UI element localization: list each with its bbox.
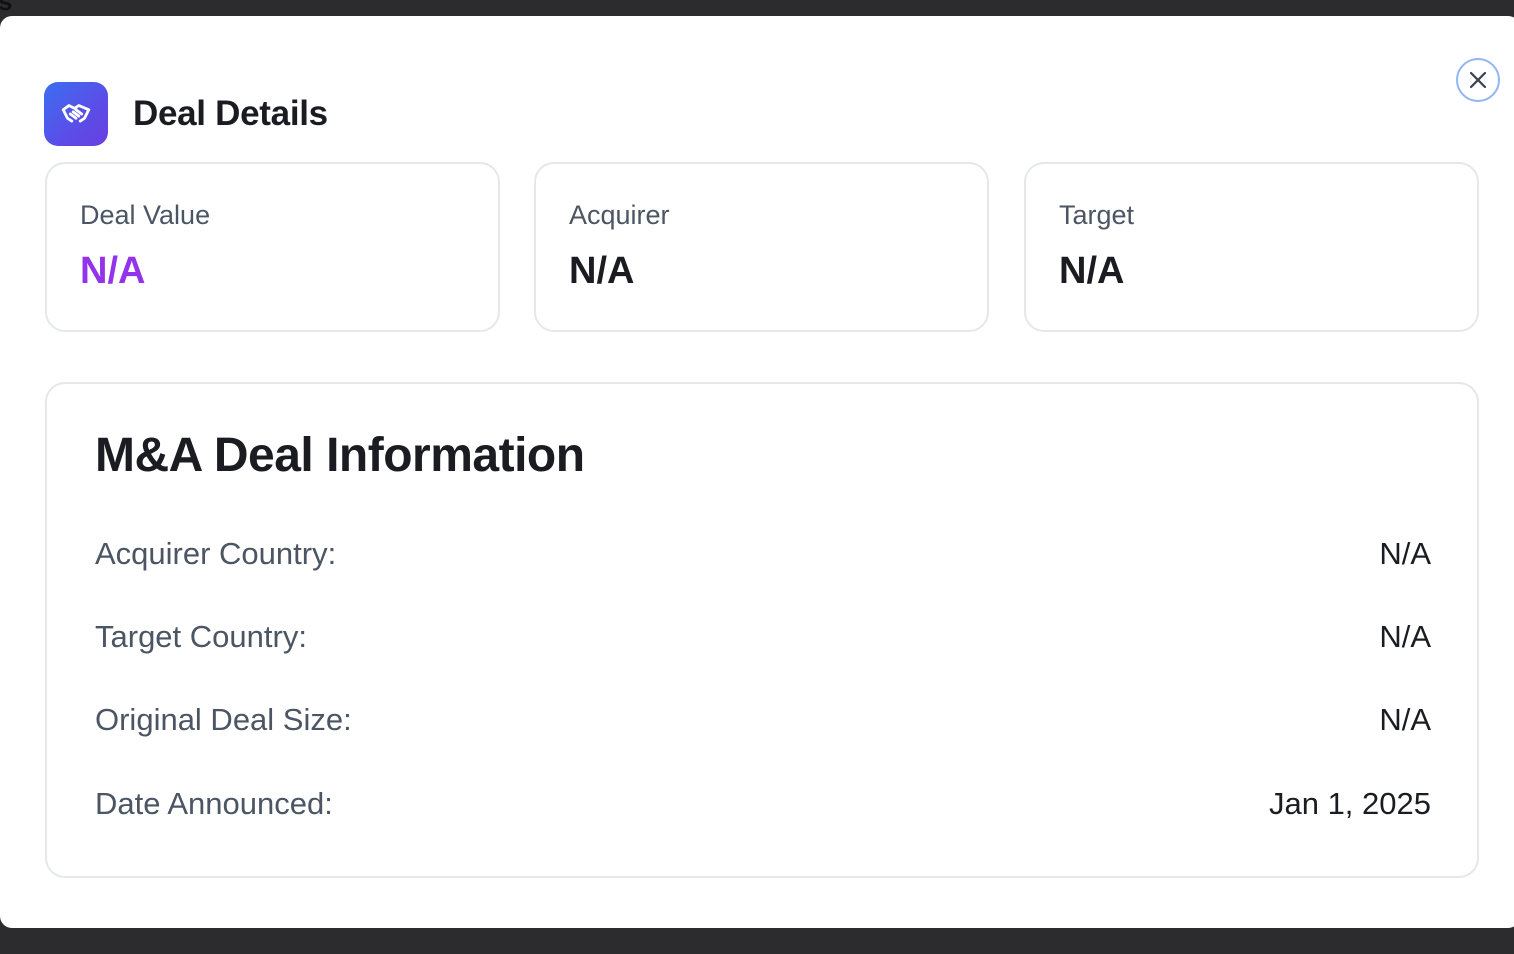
deal-information-panel: M&A Deal Information Acquirer Country: N… [45,382,1479,878]
date-announced-label: Date Announced: [95,786,333,821]
deal-details-dialog: Deal Details Deal Value N/A Acquirer N/A… [0,16,1514,928]
original-deal-size-value: N/A [1379,702,1431,737]
acquirer-label: Acquirer [569,200,670,230]
info-row-target-country: Target Country: N/A [95,617,1431,657]
deal-information-title: M&A Deal Information [95,429,585,482]
original-deal-size-label: Original Deal Size: [95,702,352,737]
target-label: Target [1059,200,1135,230]
target-card: Target N/A [1024,162,1479,332]
target-value: N/A [1059,250,1125,292]
acquirer-value: N/A [569,250,635,292]
info-row-date-announced: Date Announced: Jan 1, 2025 [95,784,1431,824]
dialog-title: Deal Details [133,94,328,133]
acquirer-card: Acquirer N/A [534,162,989,332]
target-country-label: Target Country: [95,619,307,654]
close-icon [1469,71,1487,89]
date-announced-value: Jan 1, 2025 [1268,786,1431,821]
handshake-icon [44,82,108,146]
info-row-original-deal-size: Original Deal Size: N/A [95,700,1431,740]
info-row-acquirer-country: Acquirer Country: N/A [95,534,1431,574]
backdrop-overlay: s [0,0,1514,16]
dialog-header: Deal Details [44,82,328,146]
deal-value-amount: N/A [80,250,146,292]
backdrop-text-fragment: s [0,0,13,16]
acquirer-country-label: Acquirer Country: [95,536,337,571]
acquirer-country-value: N/A [1379,536,1431,571]
deal-value-label: Deal Value [80,200,211,230]
close-button[interactable] [1456,58,1500,102]
deal-value-card: Deal Value N/A [45,162,500,332]
target-country-value: N/A [1379,619,1431,654]
